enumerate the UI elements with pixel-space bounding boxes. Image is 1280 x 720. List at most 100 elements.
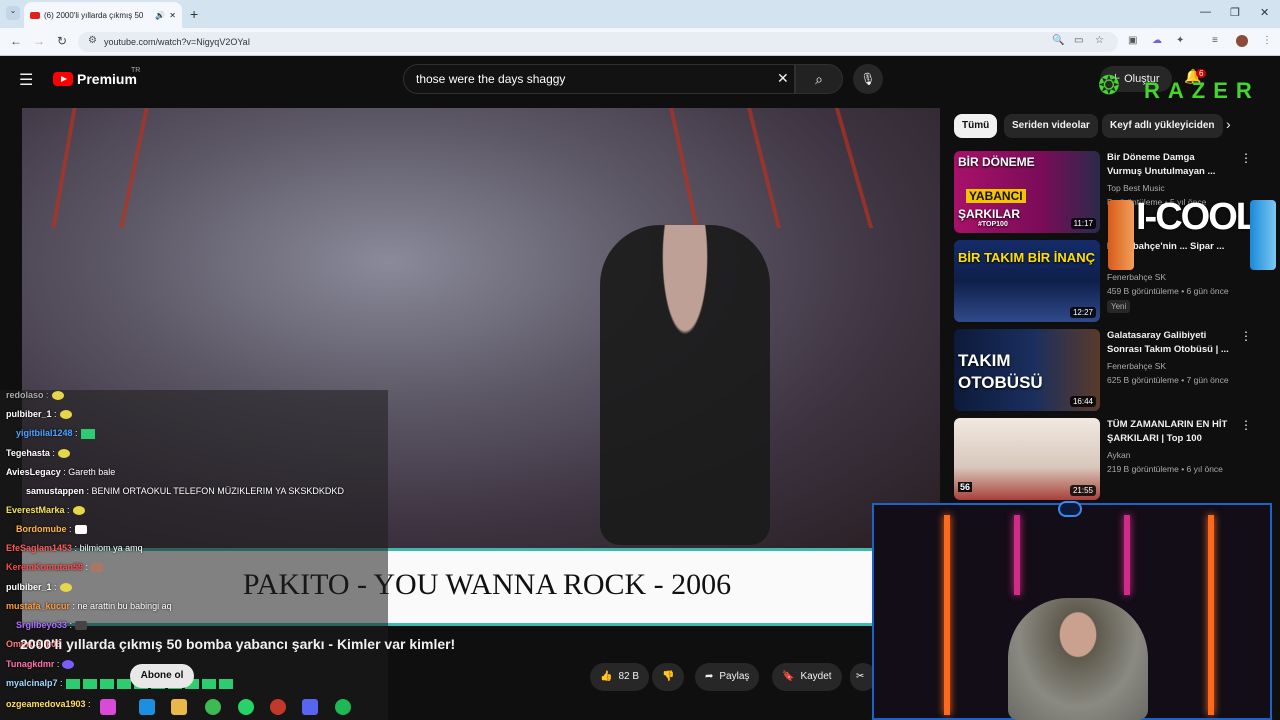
taskbar-chrome-icon[interactable] bbox=[205, 699, 221, 715]
browser-tab[interactable]: (6) 2000'li yıllarda çıkmış 50 🔊 ✕ bbox=[24, 2, 182, 28]
cast-icon[interactable]: ▭ bbox=[1074, 35, 1083, 46]
taskbar-app2-icon[interactable] bbox=[270, 699, 286, 715]
taskbar-discord-icon[interactable] bbox=[302, 699, 318, 715]
youtube-favicon-icon bbox=[30, 11, 40, 19]
extensions-puzzle-icon[interactable]: ✦ bbox=[1176, 35, 1184, 46]
audio-icon[interactable]: 🔊 bbox=[155, 11, 165, 20]
emote-icon bbox=[80, 428, 95, 439]
chat-message: Tegehasta : bbox=[6, 448, 70, 459]
chat-username: redolaso bbox=[6, 390, 44, 400]
related-channel[interactable]: Fenerbahçe SK bbox=[1107, 361, 1166, 371]
thumbnail-text: TAKIM bbox=[958, 351, 1011, 370]
new-tab-button[interactable]: + bbox=[190, 6, 198, 22]
voice-search-button[interactable]: 🎙 bbox=[853, 64, 883, 94]
restore-icon[interactable]: ❐ bbox=[1230, 6, 1240, 19]
related-title[interactable]: TÜM ZAMANLARIN EN HİT ŞARKILARI | Top 10… bbox=[1107, 418, 1232, 446]
logo-text: Premium bbox=[77, 71, 137, 87]
forward-icon[interactable]: → bbox=[33, 34, 45, 48]
extension-2-icon[interactable]: ☁ bbox=[1152, 35, 1162, 46]
emote-icon bbox=[75, 621, 88, 631]
hamburger-menu-icon[interactable]: ☰ bbox=[19, 70, 33, 90]
chat-username: yigitbilal1248 bbox=[16, 428, 73, 438]
taskbar-app-icon[interactable] bbox=[100, 699, 116, 715]
related-thumbnail[interactable]: 56 21:55 bbox=[954, 418, 1100, 500]
clear-search-icon[interactable]: ✕ bbox=[777, 70, 789, 87]
related-title[interactable]: Bir Döneme Damga Vurmuş Unutulmayan ... bbox=[1107, 151, 1232, 179]
chat-username: Tegehasta bbox=[6, 448, 50, 458]
chevron-right-icon[interactable]: › bbox=[1226, 116, 1231, 132]
chat-text: BENIM ORTAOKUL TELEFON MÜZIKLERIM YA SKS… bbox=[91, 486, 344, 496]
subscribe-button[interactable]: Abone ol bbox=[130, 664, 194, 688]
site-info-icon[interactable]: ⚙ bbox=[88, 35, 97, 46]
chat-username: EverestMarka bbox=[6, 505, 65, 515]
profile-avatar[interactable] bbox=[1236, 35, 1248, 47]
url-bar[interactable]: youtube.com/watch?v=NigyqV2OYaI bbox=[78, 32, 1118, 52]
related-title[interactable]: Galatasaray Galibiyeti Sonrası Takım Oto… bbox=[1107, 329, 1232, 357]
reload-icon[interactable]: ↻ bbox=[57, 34, 67, 48]
chat-message: samustappen : BENIM ORTAOKUL TELEFON MÜZ… bbox=[6, 486, 344, 496]
minimize-icon[interactable]: — bbox=[1200, 6, 1211, 18]
close-window-icon[interactable]: ✕ bbox=[1260, 6, 1269, 19]
like-button[interactable]: 👍 82 B bbox=[590, 663, 650, 691]
taskbar-whatsapp-icon[interactable] bbox=[238, 699, 254, 715]
search-input[interactable]: those were the days shaggy bbox=[403, 64, 795, 94]
thumbnail-text: OTOBÜSÜ bbox=[958, 373, 1043, 392]
youtube-logo[interactable]: Premium bbox=[53, 71, 137, 87]
extension-icon[interactable]: ▣ bbox=[1128, 35, 1137, 46]
browser-menu-icon[interactable]: ⋮ bbox=[1262, 35, 1272, 46]
stream-chat-overlay bbox=[0, 390, 388, 720]
search-icon: ⌕ bbox=[815, 71, 823, 87]
related-thumbnail[interactable]: TAKIM OTOBÜSÜ 16:44 bbox=[954, 329, 1100, 411]
dislike-button[interactable]: 👎 bbox=[652, 663, 685, 691]
related-thumbnail[interactable]: BİR DÖNEME YABANCI ŞARKILAR #TOP100 11:1… bbox=[954, 151, 1100, 233]
more-options-icon[interactable]: ⋮ bbox=[1240, 151, 1252, 165]
more-options-icon[interactable]: ⋮ bbox=[1240, 329, 1252, 343]
chat-username: mustafa_kucur bbox=[6, 601, 71, 611]
chat-message: KeremKomutan59 : bbox=[6, 562, 104, 573]
chat-message: mustafa_kucur : ne arattin bu babingi aq bbox=[6, 601, 172, 611]
webcam-frame-logo-icon bbox=[1058, 501, 1082, 517]
chat-message: Bordomube : bbox=[6, 524, 87, 535]
more-options-icon[interactable]: ⋮ bbox=[1240, 418, 1252, 432]
chat-message: redolaso : bbox=[6, 390, 64, 401]
chat-message: ozgeamedova1903 : bbox=[6, 699, 91, 709]
taskbar-folder-icon[interactable] bbox=[171, 699, 187, 715]
chat-username: KeremKomutan59 bbox=[6, 562, 84, 572]
chat-message: yigitbilal1248 : bbox=[6, 428, 95, 439]
bookmark-icon: 🔖 bbox=[782, 671, 795, 682]
emote-icon bbox=[201, 678, 216, 689]
duration-badge: 11:17 bbox=[1070, 218, 1096, 229]
related-channel[interactable]: Top Best Music bbox=[1107, 183, 1165, 193]
thumbnail-text: BİR TAKIM BİR İNANÇ bbox=[958, 250, 1095, 265]
chat-username: myalcinalp7 bbox=[6, 678, 58, 688]
taskbar-edge-icon[interactable] bbox=[139, 699, 155, 715]
related-thumbnail[interactable]: BİR TAKIM BİR İNANÇ 12:27 bbox=[954, 240, 1100, 322]
media-icon[interactable]: ≡ bbox=[1212, 35, 1218, 46]
search-button[interactable]: ⌕ bbox=[795, 64, 843, 94]
chat-username: AviesLegacy bbox=[6, 467, 61, 477]
close-tab-icon[interactable]: ✕ bbox=[169, 11, 176, 20]
tab-search-button[interactable]: ⌄ bbox=[6, 6, 20, 20]
related-channel[interactable]: Fenerbahçe SK bbox=[1107, 272, 1166, 282]
share-button[interactable]: ➦ Paylaş bbox=[695, 663, 760, 691]
razer-logo-icon: ❂ bbox=[1098, 70, 1120, 100]
back-icon[interactable]: ← bbox=[10, 34, 22, 48]
related-channel[interactable]: Aykan bbox=[1107, 450, 1130, 460]
chat-message: pulbiber_1 : bbox=[6, 582, 72, 593]
save-button[interactable]: 🔖 Kaydet bbox=[772, 663, 842, 691]
chat-username: pulbiber_1 bbox=[6, 582, 52, 592]
chip-series[interactable]: Seriden videolar bbox=[1004, 114, 1098, 138]
emote-icon bbox=[82, 678, 97, 689]
taskbar-spotify-icon[interactable] bbox=[335, 699, 351, 715]
related-meta: 625 B görüntüleme • 7 gün önce bbox=[1107, 375, 1229, 385]
related-meta: 459 B görüntüleme • 6 gün önce bbox=[1107, 286, 1229, 296]
emote-icon bbox=[91, 563, 104, 573]
streamer-webcam bbox=[1008, 598, 1148, 720]
chip-uploader[interactable]: Keyf adlı yükleyiciden bbox=[1102, 114, 1223, 138]
chat-username: EfeSaglam1453 bbox=[6, 543, 73, 553]
bookmark-star-icon[interactable]: ☆ bbox=[1095, 35, 1104, 46]
zoom-icon[interactable]: 🔍 bbox=[1052, 35, 1064, 46]
chip-all[interactable]: Tümü bbox=[954, 114, 998, 138]
emote-icon bbox=[59, 410, 72, 420]
thumbs-down-icon: 👎 bbox=[662, 671, 675, 682]
